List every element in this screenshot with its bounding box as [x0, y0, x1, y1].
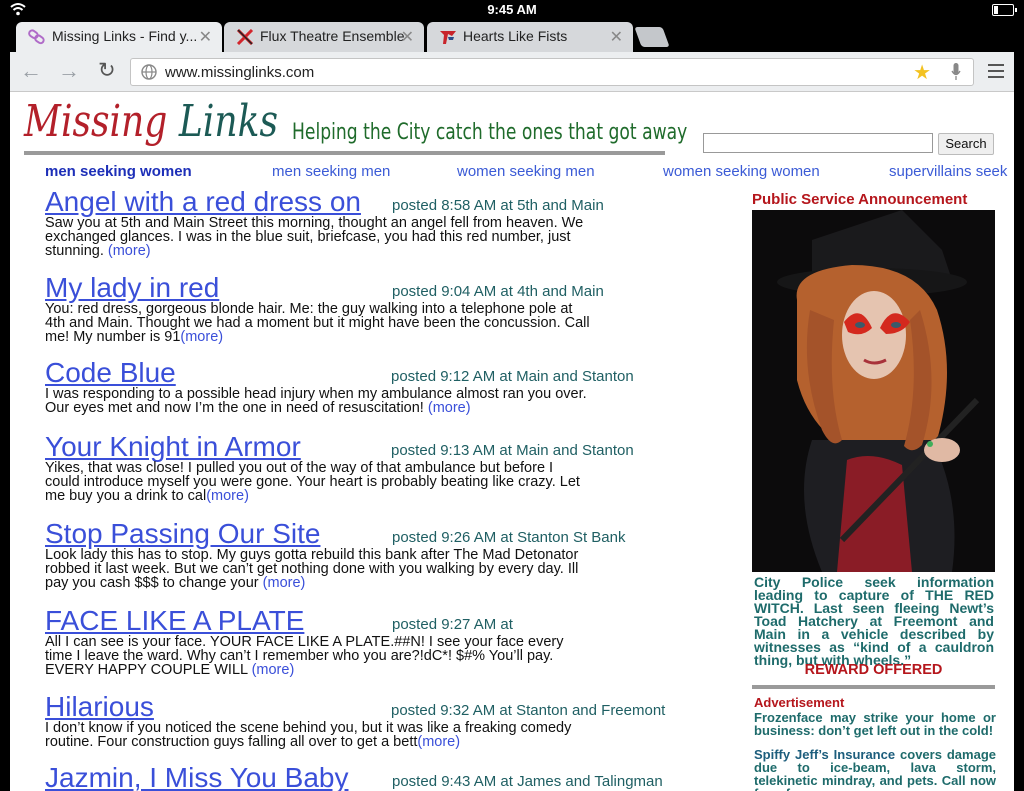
more-link[interactable]: (more)	[428, 400, 471, 416]
post-title[interactable]: Hilarious	[45, 691, 154, 723]
chain-link-icon	[28, 29, 45, 45]
more-link[interactable]: (more)	[108, 243, 151, 259]
post-title[interactable]: Code Blue	[45, 357, 176, 389]
post-meta: posted 9:27 AM at	[392, 616, 513, 633]
post-text: I was responding to a possible head inju…	[45, 386, 587, 416]
back-icon[interactable]: ←	[20, 60, 42, 82]
tab-hearts-like-fists[interactable]: Hearts Like Fists ✕	[427, 22, 633, 52]
post-body: I was responding to a possible head inju…	[45, 386, 590, 416]
post-title[interactable]: My lady in red	[45, 272, 219, 304]
post-body: You: red dress, gorgeous blonde hair. Me…	[45, 301, 590, 345]
post-title[interactable]: Stop Passing Our Site	[45, 518, 320, 550]
header-divider	[24, 151, 665, 155]
logo-word-missing: Missing	[24, 96, 168, 147]
forward-icon[interactable]: →	[58, 60, 80, 82]
web-page: Missing Links Helping the City catch the…	[10, 92, 1014, 791]
reward-text: REWARD OFFERED	[804, 662, 943, 678]
hlf-logo-icon	[440, 31, 456, 44]
more-link[interactable]: (more)	[252, 662, 295, 678]
post-text: Yikes, that was close! I pulled you out …	[45, 460, 580, 504]
flux-x-icon	[236, 29, 254, 45]
category-men-seeking-women[interactable]: men seeking women	[45, 163, 192, 180]
url-text: www.missinglinks.com	[165, 64, 315, 81]
post-body: Yikes, that was close! I pulled you out …	[45, 460, 590, 504]
witch-illustration	[752, 210, 995, 572]
close-icon[interactable]: ✕	[401, 27, 414, 47]
post-meta: posted 9:13 AM at Main and Stanton	[391, 442, 634, 459]
post-meta: posted 9:32 AM at Stanton and Freemont	[391, 702, 666, 719]
status-bar: 9:45 AM	[0, 0, 1024, 20]
globe-icon	[141, 64, 157, 80]
search-button[interactable]: Search	[938, 133, 994, 155]
tab-flux-theatre[interactable]: Flux Theatre Ensemble ✕	[224, 22, 424, 52]
psa-text: City Police seek information leading to …	[754, 574, 994, 668]
browser-toolbar: ← → ↻ www.missinglinks.com ★	[10, 52, 1014, 92]
status-time: 9:45 AM	[487, 2, 537, 17]
category-men-seeking-men[interactable]: men seeking men	[272, 163, 390, 180]
more-link[interactable]: (more)	[180, 329, 223, 345]
post-text: I don’t know if you noticed the scene be…	[45, 720, 572, 750]
close-icon[interactable]: ✕	[610, 27, 623, 47]
battery-icon	[992, 4, 1017, 16]
post-text: You: red dress, gorgeous blonde hair. Me…	[45, 301, 590, 345]
tab-label: Flux Theatre Ensemble	[260, 28, 405, 44]
new-tab-button[interactable]	[634, 27, 670, 47]
site-logo[interactable]: Missing Links	[24, 96, 278, 147]
more-link[interactable]: (more)	[206, 488, 249, 504]
post-title[interactable]: FACE LIKE A PLATE	[45, 605, 304, 637]
reload-icon[interactable]: ↻	[98, 60, 116, 82]
site-tagline: Helping the City catch the ones that got…	[292, 120, 688, 145]
menu-icon[interactable]	[988, 64, 1004, 82]
post-title[interactable]: Jazmin, I Miss You Baby	[45, 762, 348, 791]
bookmark-star-icon[interactable]: ★	[913, 60, 931, 85]
post-meta: posted 8:58 AM at 5th and Main	[392, 197, 604, 214]
post-meta: posted 9:12 AM at Main and Stanton	[391, 368, 634, 385]
post-body: All I can see is your face. YOUR FACE LI…	[45, 634, 590, 678]
more-link[interactable]: (more)	[417, 734, 460, 750]
post-body: Look lady this has to stop. My guys gott…	[45, 547, 590, 591]
post-body: I don’t know if you noticed the scene be…	[45, 720, 590, 750]
sidebar-divider	[752, 685, 995, 689]
close-icon[interactable]: ✕	[199, 27, 212, 47]
address-bar[interactable]: www.missinglinks.com ★	[130, 58, 974, 86]
ad-frozenface: Frozenface may strike your home or busin…	[754, 710, 996, 738]
ad-spiffy-jeff: Spiffy Jeff’s Insurance covers damage du…	[754, 748, 996, 791]
tab-label: Missing Links - Find y...	[52, 28, 198, 44]
search-input[interactable]	[703, 133, 933, 153]
more-link[interactable]: (more)	[263, 575, 306, 591]
post-meta: posted 9:26 AM at Stanton St Bank	[392, 529, 626, 546]
post-title[interactable]: Your Knight in Armor	[45, 431, 301, 463]
tab-label: Hearts Like Fists	[463, 28, 568, 44]
red-witch-photo	[752, 210, 995, 572]
post-body: Saw you at 5th and Main Street this morn…	[45, 216, 590, 259]
post-meta: posted 9:43 AM at James and Talingman	[392, 773, 663, 790]
category-women-seeking-women[interactable]: women seeking women	[663, 163, 820, 180]
category-supervillains[interactable]: supervillains seek	[889, 163, 1007, 180]
microphone-icon[interactable]	[951, 63, 961, 81]
post-meta: posted 9:04 AM at 4th and Main	[392, 283, 604, 300]
logo-word-links: Links	[178, 96, 278, 147]
post-text: All I can see is your face. YOUR FACE LI…	[45, 634, 564, 678]
category-women-seeking-men[interactable]: women seeking men	[457, 163, 595, 180]
psa-heading: Public Service Announcement	[752, 191, 968, 208]
post-title[interactable]: Angel with a red dress on	[45, 186, 361, 218]
tab-missing-links[interactable]: Missing Links - Find y... ✕	[16, 22, 222, 52]
ad-heading: Advertisement	[754, 695, 845, 710]
tab-strip: Missing Links - Find y... ✕ Flux Theatre…	[0, 20, 1024, 52]
post-text: Look lady this has to stop. My guys gott…	[45, 547, 579, 591]
